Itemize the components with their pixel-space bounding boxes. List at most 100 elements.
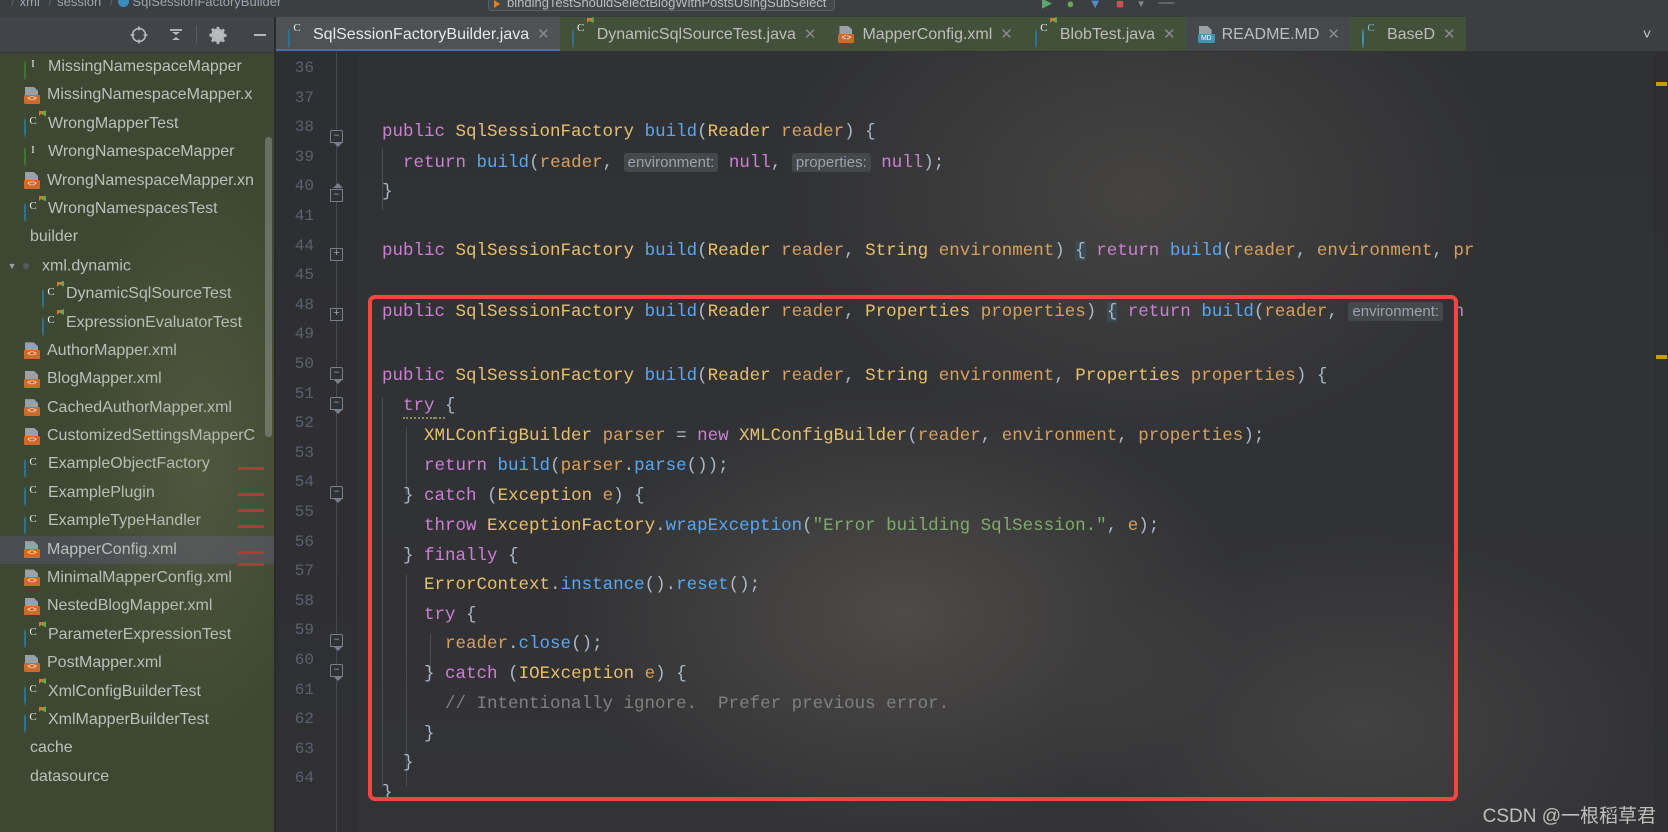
tree-item[interactable]: WrongNamespacesTest <box>0 195 276 223</box>
fold-collapse-icon[interactable]: – <box>330 664 343 681</box>
fold-expand-icon[interactable]: + <box>330 308 343 321</box>
run-icon[interactable]: ▶ <box>1042 0 1052 11</box>
tree-item[interactable]: <> MinimalMapperConfig.xml <box>0 564 276 592</box>
tree-item[interactable]: <> BlogMapper.xml <box>0 365 276 393</box>
editor-tab[interactable]: BlobTest.java ✕ <box>1022 17 1186 51</box>
editor-gutter[interactable]: 36 37 38 39 40 41 44 45 48 49 50 51 52 53 54 55 56 57 58 59… <box>276 52 358 832</box>
changed-marker <box>238 551 264 554</box>
editor-tab[interactable]: <> MapperConfig.xml ✕ <box>826 17 1023 51</box>
test-class-icon <box>24 196 44 223</box>
tree-item[interactable]: <> PostMapper.xml <box>0 649 276 677</box>
tree-item[interactable]: <> MissingNamespaceMapper.x <box>0 81 276 109</box>
editor-tab[interactable]: SqlSessionFactoryBuilder.java ✕ <box>276 17 560 51</box>
project-panel-scrollbar-thumb[interactable] <box>265 137 272 437</box>
tree-item[interactable]: ParameterExpressionTest <box>0 621 276 649</box>
tree-item-label: cache <box>30 739 73 757</box>
minimize-icon[interactable]: — <box>1158 0 1174 12</box>
error-stripe[interactable] <box>1654 52 1668 832</box>
warning-marker[interactable] <box>1656 355 1667 359</box>
csdn-watermark: CSDN @一根稻草君 <box>1482 806 1656 827</box>
code-line: return build(parser.parse()); <box>424 456 729 476</box>
debug-icon[interactable]: ● <box>1066 0 1074 11</box>
fold-collapse-icon[interactable]: – <box>330 130 343 147</box>
line-number: 37 <box>294 88 314 107</box>
editor-tab-label: MapperConfig.xml <box>862 26 993 43</box>
tree-item[interactable]: WrongNamespaceMapper <box>0 138 276 166</box>
tree-item-label: ParameterExpressionTest <box>48 625 232 643</box>
tree-item[interactable]: DynamicSqlSourceTest <box>0 280 276 308</box>
tree-item-label: XmlConfigBuilderTest <box>48 682 201 700</box>
tree-item[interactable]: cache <box>0 734 276 762</box>
tree-item[interactable]: XmlMapperBuilderTest <box>0 706 276 734</box>
tree-item-label: DynamicSqlSourceTest <box>66 285 232 303</box>
changed-marker <box>238 493 264 496</box>
tree-item-label: MissingNamespaceMapper.x <box>47 86 253 104</box>
close-icon[interactable]: ✕ <box>537 17 550 51</box>
tree-item[interactable]: ▼ xml.dynamic <box>0 252 276 280</box>
code-text[interactable]: public SqlSessionFactory build(Reader re… <box>358 52 1668 832</box>
editor-tab[interactable]: MD README.MD ✕ <box>1185 17 1350 51</box>
close-icon[interactable]: ✕ <box>1443 17 1456 51</box>
tree-item[interactable]: ExamplePlugin <box>0 479 276 507</box>
run-coverage-icon[interactable]: ▼ <box>1089 0 1102 11</box>
line-number: 62 <box>294 710 314 729</box>
tree-item[interactable]: <> WrongNamespaceMapper.xn <box>0 167 276 195</box>
xml-file-icon: <> <box>24 597 41 615</box>
collapse-all-icon[interactable] <box>166 25 186 45</box>
tree-item[interactable]: datasource <box>0 763 276 791</box>
run-configuration-selector[interactable]: bindingTestShouldSelectBlogWithPostsUsin… <box>488 0 836 11</box>
toolbar-divider <box>196 26 197 44</box>
editor-tab[interactable]: DynamicSqlSourceTest.java ✕ <box>559 17 827 51</box>
line-number: 56 <box>294 532 314 551</box>
breadcrumb[interactable]: / xml / session / SqlSessionFactoryBuilder <box>6 0 281 9</box>
line-number: 51 <box>294 384 314 403</box>
chevron-down-icon[interactable]: ▼ <box>6 252 18 280</box>
code-line: public SqlSessionFactory build(Reader re… <box>382 122 876 142</box>
tree-item[interactable]: WrongMapperTest <box>0 110 276 138</box>
editor-tab-bar[interactable]: SqlSessionFactoryBuilder.java✕DynamicSql… <box>276 17 1668 52</box>
close-icon[interactable]: ✕ <box>1163 17 1176 51</box>
fold-collapse-icon[interactable]: – <box>330 486 343 503</box>
line-number: 57 <box>294 562 314 581</box>
project-tree[interactable]: MissingNamespaceMapper <> MissingNamespace… <box>0 53 276 832</box>
fold-collapse-icon[interactable]: – <box>330 634 343 651</box>
line-number: 54 <box>294 473 314 492</box>
tree-item[interactable]: <> NestedBlogMapper.xml <box>0 592 276 620</box>
tree-item[interactable]: ExampleObjectFactory <box>0 450 276 478</box>
tree-item[interactable]: builder <box>0 223 276 251</box>
tree-item[interactable]: XmlConfigBuilderTest <box>0 678 276 706</box>
stop-icon[interactable]: ■ <box>1116 0 1124 11</box>
minimize-icon[interactable] <box>250 25 270 45</box>
more-run-icon[interactable]: ▾ <box>1138 0 1144 10</box>
settings-gear-icon[interactable] <box>208 25 228 45</box>
fold-collapse-icon[interactable]: – <box>330 397 343 414</box>
tree-item[interactable]: <> MapperConfig.xml <box>0 535 276 565</box>
locate-icon[interactable] <box>129 25 149 45</box>
tree-item-label: AuthorMapper.xml <box>47 341 177 359</box>
tree-item[interactable]: <> CustomizedSettingsMapperC <box>0 422 276 450</box>
close-icon[interactable]: ✕ <box>1000 17 1013 51</box>
close-icon[interactable]: ✕ <box>804 17 817 51</box>
fold-expand-icon[interactable]: + <box>330 248 343 261</box>
fold-collapse-icon[interactable]: – <box>330 367 343 384</box>
tree-item-label: WrongMapperTest <box>48 114 179 132</box>
warning-marker[interactable] <box>1656 82 1667 86</box>
test-class-icon <box>24 111 44 138</box>
tree-item[interactable]: <> AuthorMapper.xml <box>0 337 276 365</box>
main-toolbar-icons: ▶ ● ▼ ■ ▾ — <box>1042 0 1184 12</box>
tree-item[interactable]: ExampleTypeHandler <box>0 507 276 535</box>
tree-item[interactable]: <> CachedAuthorMapper.xml <box>0 394 276 422</box>
chevron-down-icon[interactable]: ˅ <box>1634 17 1660 52</box>
fold-end-icon[interactable]: – <box>330 183 343 202</box>
code-editor[interactable]: 36 37 38 39 40 41 44 45 48 49 50 51 52 53 54 55 56 57 58 59… <box>276 52 1668 832</box>
tree-item[interactable]: MissingNamespaceMapper <box>0 53 276 81</box>
line-number: 48 <box>294 295 314 314</box>
fold-region-line <box>336 52 337 832</box>
line-number: 63 <box>294 739 314 758</box>
close-icon[interactable]: ✕ <box>1327 17 1340 51</box>
breadcrumb-item: xml <box>19 0 40 9</box>
editor-tab[interactable]: BaseD ✕ <box>1349 17 1466 51</box>
tree-item[interactable]: ExpressionEvaluatorTest <box>0 309 276 337</box>
tree-item-label: BlogMapper.xml <box>47 370 162 388</box>
test-class-icon <box>42 281 62 308</box>
